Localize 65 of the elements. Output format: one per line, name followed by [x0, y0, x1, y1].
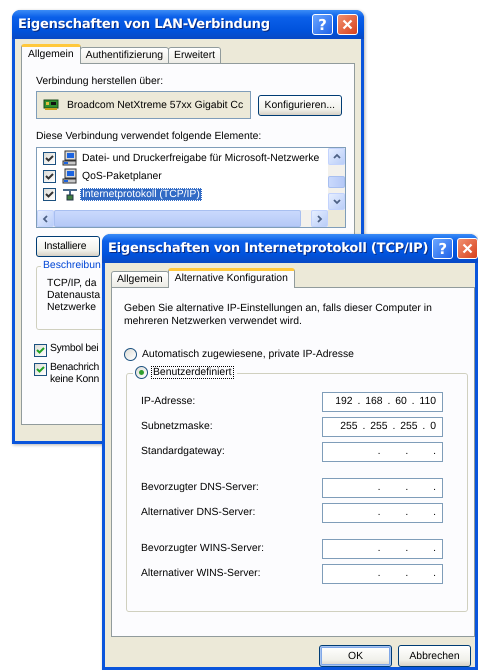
tab[interactable]: Authentifizierung — [80, 47, 170, 63]
ip-address-field[interactable]: 192 . 168 . 60 . 110 — [322, 392, 443, 412]
field-label: Standardgateway: — [141, 446, 225, 457]
scroll-down-button[interactable] — [328, 193, 345, 210]
field-label: Bevorzugter WINS-Server: — [141, 543, 264, 554]
close-button[interactable] — [337, 14, 358, 35]
ip-address-field[interactable]: 255 . 255 . 255 . 0 — [322, 416, 443, 436]
checkbox[interactable] — [34, 363, 47, 376]
network-icon — [62, 186, 78, 202]
field-label: IP-Adresse: — [141, 396, 196, 407]
field-label: Alternativer WINS-Server: — [141, 568, 261, 579]
network-card-icon — [43, 99, 61, 111]
radio-button[interactable] — [135, 366, 148, 379]
computer-icon — [62, 150, 78, 166]
scroll-up-button[interactable] — [328, 148, 345, 165]
ip-address-field[interactable]: . . . — [322, 564, 443, 584]
tab[interactable]: Allgemein — [111, 271, 169, 287]
dialog-button[interactable]: OK — [319, 645, 392, 667]
scroll-left-button[interactable] — [37, 210, 54, 227]
window-title: Eigenschaften von LAN-Verbindung — [18, 17, 271, 32]
caret-left-icon — [40, 214, 50, 224]
tab[interactable]: Allgemein — [21, 44, 81, 64]
tab[interactable]: Alternative Konfiguration — [168, 268, 295, 288]
ip-address-field[interactable]: . . . — [322, 478, 443, 498]
adapter-name: Broadcom NetXtreme 57xx Gigabit Cc — [67, 100, 244, 110]
checkbox[interactable] — [43, 152, 56, 164]
tab[interactable]: Erweitert — [168, 47, 222, 63]
scrollbar-corner — [328, 210, 345, 227]
list-item[interactable]: Internetprotokoll (TCP/IP) — [80, 188, 202, 200]
checkbox-label: Symbol bei — [50, 343, 98, 355]
ip-address-field[interactable]: . . . — [322, 538, 443, 558]
configure-button[interactable]: Konfigurieren... — [258, 94, 342, 116]
dialog-button[interactable]: Abbrechen — [398, 645, 471, 667]
install-button[interactable]: Installiere — [36, 236, 100, 257]
caret-right-icon — [314, 214, 324, 224]
group-label: Beschreibun — [41, 260, 103, 271]
caret-up-icon — [332, 152, 342, 162]
list-item[interactable]: QoS-Paketplaner — [80, 170, 164, 182]
close-icon — [462, 243, 474, 254]
close-button[interactable] — [457, 238, 478, 259]
caret-down-icon — [332, 196, 342, 206]
ip-address-field[interactable]: . . . — [322, 442, 443, 462]
field-label: Diese Verbindung verwendet folgende Elemente: — [36, 131, 262, 142]
field-label: Alternativer DNS-Server: — [141, 507, 256, 518]
computer-icon — [62, 168, 78, 184]
horizontal-scrollbar[interactable] — [37, 210, 328, 227]
vertical-scrollbar[interactable] — [328, 148, 345, 210]
field-label: Verbindung herstellen über: — [36, 76, 164, 87]
radio-label[interactable]: Automatisch zugewiesene, private IP-Adresse — [141, 349, 355, 360]
checkbox-label: Benachrich keine Konn — [50, 362, 99, 386]
checkbox[interactable] — [43, 170, 56, 182]
instruction-text: Geben Sie alternative IP-Einstellungen an, falls dieser Computer in mehreren Netzwerken verwendet wird. — [124, 302, 433, 328]
scroll-right-button[interactable] — [311, 210, 328, 227]
list-item[interactable]: Datei- und Druckerfreigabe für Microsoft-Netzwerke — [80, 152, 322, 164]
description-text: TCP/IP, da Datenausta Netzwerke — [47, 278, 102, 314]
help-button[interactable]: ? — [432, 238, 454, 259]
field-label: Bevorzugter DNS-Server: — [141, 482, 259, 493]
ip-address-field[interactable]: . . . — [322, 502, 443, 522]
window-title: Eigenschaften von Internetprotokoll (TCP/IP) — [108, 241, 428, 256]
radio-button[interactable] — [124, 348, 137, 361]
close-icon — [342, 19, 353, 30]
checkbox[interactable] — [43, 188, 56, 200]
help-button[interactable]: ? — [312, 14, 333, 35]
checkbox[interactable] — [34, 344, 47, 357]
field-label: Subnetzmaske: — [141, 421, 213, 432]
